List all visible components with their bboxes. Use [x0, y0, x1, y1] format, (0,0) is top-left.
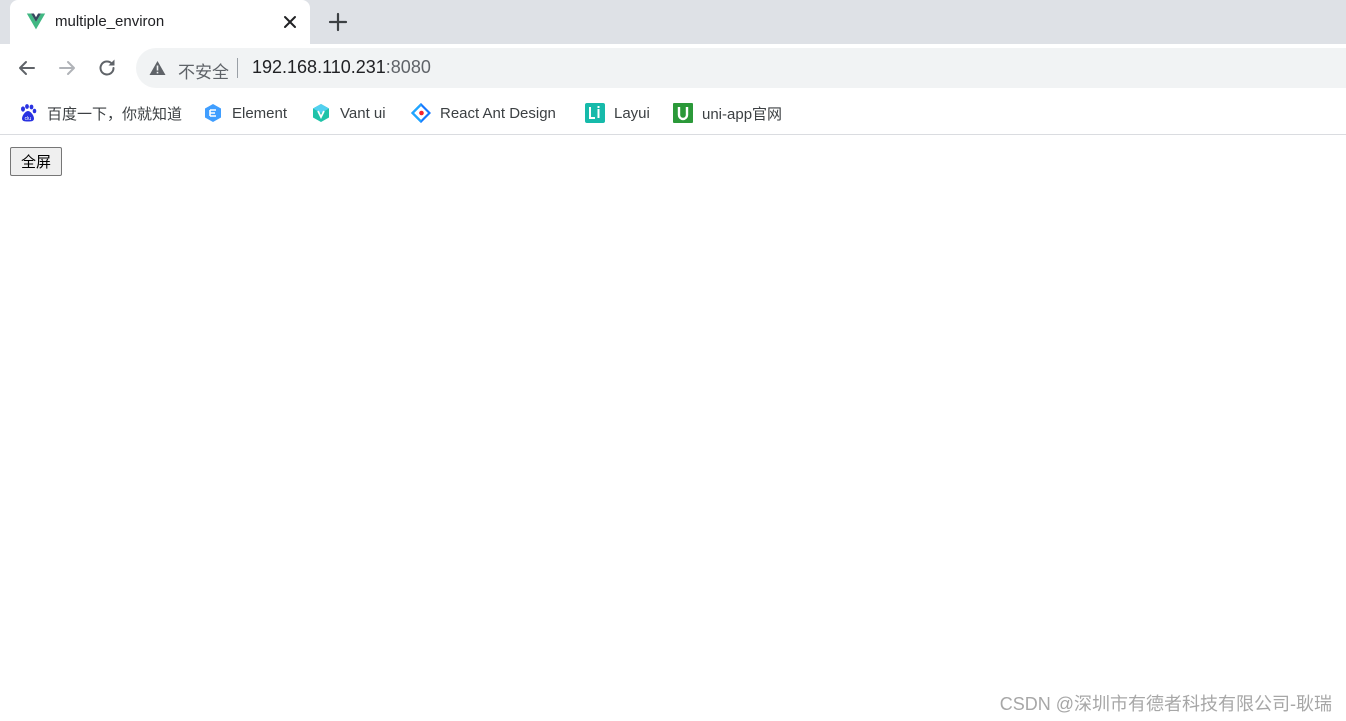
warning-icon[interactable] [149, 60, 166, 76]
new-tab-icon[interactable] [326, 10, 350, 34]
url-text[interactable]: 192.168.110.231:8080 [252, 57, 431, 78]
browser-toolbar: 不安全 192.168.110.231:8080 [0, 44, 1346, 92]
address-separator [237, 58, 238, 78]
tab-strip: multiple_environ [0, 0, 1346, 44]
vant-icon [313, 104, 329, 122]
ant-design-icon [411, 103, 431, 123]
bookmark-label: React Ant Design [440, 104, 556, 122]
tab-title: multiple_environ [55, 13, 165, 30]
uniapp-icon [673, 103, 693, 123]
vue-icon [26, 13, 46, 30]
close-tab-icon[interactable] [280, 12, 300, 32]
baidu-paw-icon: du [21, 104, 37, 122]
bookmark-layui[interactable]: Layui [585, 102, 650, 124]
not-secure-label[interactable]: 不安全 [178, 58, 229, 83]
svg-text:du: du [25, 116, 32, 122]
reload-icon[interactable] [95, 56, 119, 80]
back-arrow-icon[interactable] [15, 56, 39, 80]
url-host: 192.168.110.231 [252, 57, 386, 77]
bookmark-label: uni-app官网 [702, 105, 783, 123]
forward-arrow-icon[interactable] [55, 56, 79, 80]
fullscreen-button[interactable]: 全屏 [10, 147, 62, 176]
element-icon [205, 104, 221, 122]
layui-icon [585, 103, 605, 123]
bookmark-label: Vant ui [340, 104, 386, 122]
bookmark-uniapp[interactable]: uni-app官网 [673, 102, 782, 124]
bookmarks-bar: du 百度一下，你就知道 Element Vant ui React Ant D… [0, 92, 1346, 135]
bookmark-baidu[interactable]: du 百度一下，你就知道 [18, 102, 182, 124]
bookmark-label: Element [232, 104, 288, 122]
bookmark-label: 百度一下，你就知道 [47, 105, 183, 123]
address-bar[interactable]: 不安全 192.168.110.231:8080 [136, 48, 1346, 88]
url-port: :8080 [385, 57, 431, 77]
bookmark-label: Layui [614, 104, 650, 122]
active-tab[interactable]: multiple_environ [10, 0, 310, 44]
bookmark-vant[interactable]: Vant ui [311, 102, 386, 124]
csdn-watermark: CSDN @深圳市有德者科技有限公司-耿瑞 [999, 694, 1332, 714]
bookmark-element[interactable]: Element [203, 102, 287, 124]
bookmark-ant-design[interactable]: React Ant Design [411, 102, 556, 124]
